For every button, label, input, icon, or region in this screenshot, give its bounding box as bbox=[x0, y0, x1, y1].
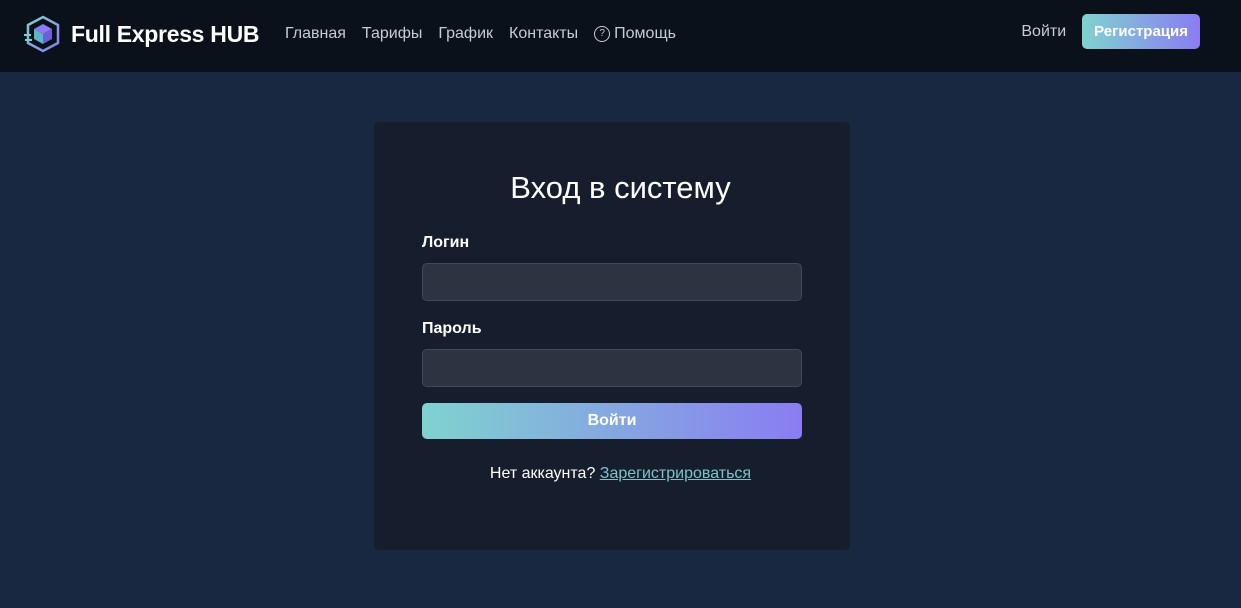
nav-actions: Войти Регистрация bbox=[1021, 14, 1200, 49]
login-input[interactable] bbox=[422, 263, 802, 301]
header-register-button[interactable]: Регистрация bbox=[1082, 14, 1200, 49]
nav-link-contacts[interactable]: Контакты bbox=[509, 25, 578, 43]
login-submit-button[interactable]: Войти bbox=[422, 403, 802, 439]
cube-logo-icon bbox=[24, 15, 60, 53]
nav-link-help-label: Помощь bbox=[614, 25, 676, 42]
nav-link-help[interactable]: ? Помощь bbox=[594, 25, 676, 43]
login-title: Вход в систему bbox=[510, 170, 731, 205]
password-field-label: Пароль bbox=[422, 320, 482, 337]
password-input[interactable] bbox=[422, 349, 802, 387]
brand[interactable]: Full Express HUB bbox=[24, 15, 260, 53]
brand-name: Full Express HUB bbox=[71, 20, 260, 47]
login-field-label: Логин bbox=[422, 234, 470, 251]
top-navbar: Full Express HUB Главная Тарифы График К… bbox=[0, 0, 1241, 72]
nav-link-tariffs[interactable]: Тарифы bbox=[362, 25, 422, 43]
signup-link[interactable]: Зарегистрироваться bbox=[600, 465, 751, 482]
no-account-text: Нет аккаунта? bbox=[489, 465, 596, 482]
main-nav: Главная Тарифы График Контакты ? Помощь bbox=[285, 22, 676, 46]
nav-link-home[interactable]: Главная bbox=[285, 25, 346, 43]
signup-prompt: Нет аккаунта? Зарегистрироваться bbox=[0, 465, 1241, 483]
nav-link-schedule[interactable]: График bbox=[438, 25, 493, 43]
header-login-link[interactable]: Войти bbox=[1021, 23, 1066, 41]
help-circle-icon: ? bbox=[594, 26, 611, 42]
